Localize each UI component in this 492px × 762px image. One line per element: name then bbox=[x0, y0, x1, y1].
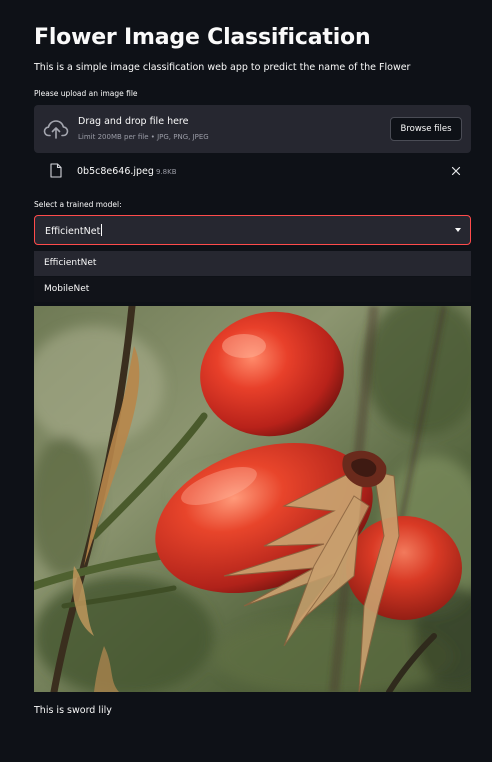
page-title: Flower Image Classification bbox=[34, 25, 371, 50]
uploaded-file-size: 9.8KB bbox=[156, 168, 177, 176]
uploaded-file-name: 0b5c8e646.jpeg bbox=[77, 166, 154, 177]
text-caret bbox=[101, 224, 103, 236]
model-select[interactable]: EfficientNet bbox=[34, 215, 471, 245]
streamlit-app: Flower Image Classification This is a si… bbox=[0, 0, 492, 762]
file-dropzone[interactable]: Drag and drop file here Limit 200MB per … bbox=[34, 105, 471, 153]
model-select-value: EfficientNet bbox=[45, 224, 103, 238]
model-select-value-text: EfficientNet bbox=[45, 226, 101, 237]
dropzone-limit-text: Limit 200MB per file • JPG, PNG, JPEG bbox=[78, 133, 209, 141]
dropzone-instruction: Drag and drop file here bbox=[78, 116, 189, 127]
cloud-upload-icon bbox=[43, 120, 69, 139]
browse-files-button[interactable]: Browse files bbox=[390, 117, 462, 141]
app-description: This is a simple image classification we… bbox=[34, 62, 411, 73]
uploader-label: Please upload an image file bbox=[34, 89, 138, 98]
model-select-label: Select a trained model: bbox=[34, 200, 122, 209]
uploaded-file-row: 0b5c8e646.jpeg 9.8KB bbox=[34, 158, 471, 184]
dropdown-option-efficientnet[interactable]: EfficientNet bbox=[34, 251, 471, 276]
file-icon bbox=[50, 163, 62, 178]
prediction-result: This is sword lily bbox=[34, 705, 112, 716]
chevron-down-icon bbox=[455, 228, 461, 232]
model-dropdown-menu: EfficientNet MobileNet bbox=[34, 251, 471, 306]
close-icon[interactable] bbox=[451, 166, 461, 176]
dropdown-option-mobilenet[interactable]: MobileNet bbox=[34, 277, 471, 302]
uploaded-image-preview bbox=[34, 306, 471, 692]
rose-hips-photo bbox=[34, 306, 471, 692]
